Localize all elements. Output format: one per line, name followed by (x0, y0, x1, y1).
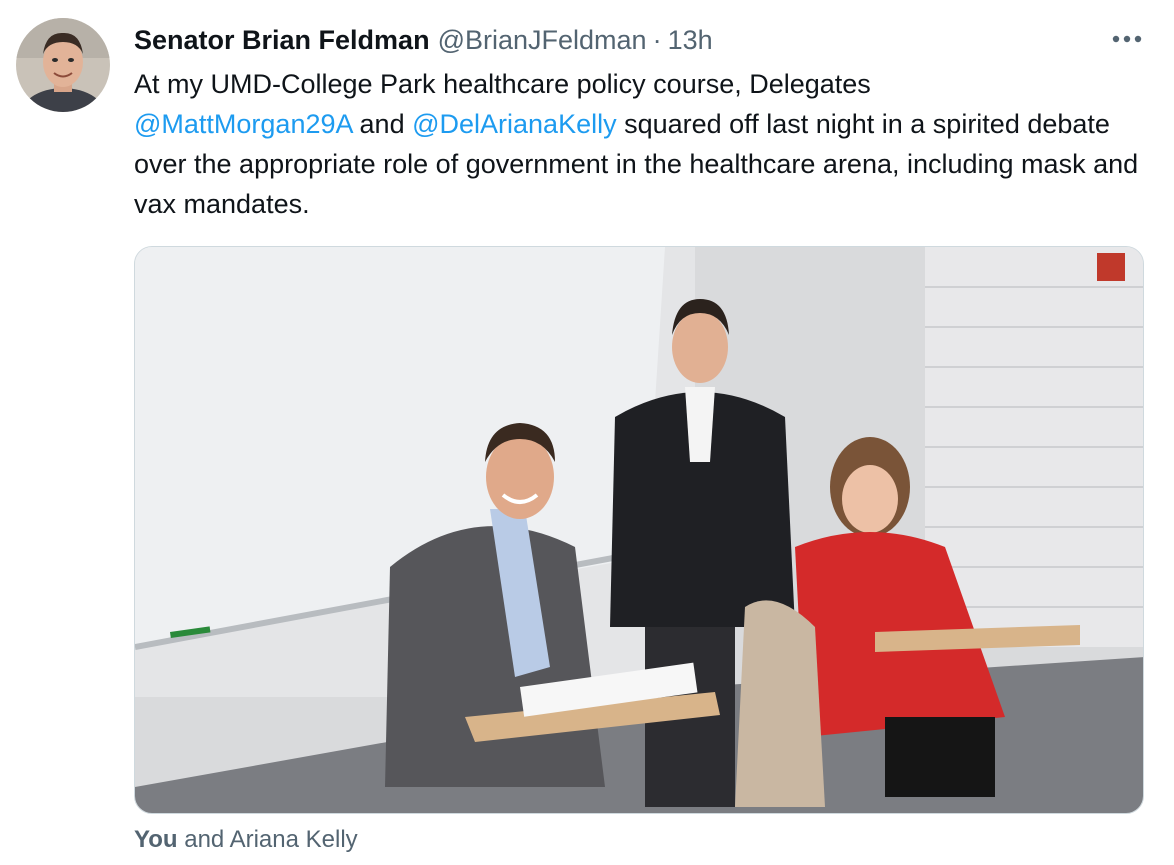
author-handle[interactable]: @BrianJFeldman (438, 25, 647, 56)
tweet-text-part2: and (352, 109, 413, 139)
more-options-button[interactable] (1104, 22, 1150, 56)
mention-mattmorgan[interactable]: @MattMorgan29A (134, 109, 352, 139)
more-options-icon (1112, 35, 1142, 43)
avatar[interactable] (16, 18, 110, 112)
tweet-photo[interactable] (134, 246, 1144, 814)
tweet-text-part1: At my UMD-College Park healthcare policy… (134, 69, 871, 99)
avatar-image (16, 18, 110, 112)
tagged-people[interactable]: You and Ariana Kelly (134, 826, 358, 854)
photo-image (135, 247, 1143, 813)
tweet-header: Senator Brian Feldman @BrianJFeldman · 1… (134, 24, 713, 56)
tweet-text: At my UMD-College Park healthcare policy… (134, 64, 1144, 224)
timestamp[interactable]: 13h (668, 25, 713, 56)
author-name[interactable]: Senator Brian Feldman (134, 25, 430, 56)
separator-dot: · (652, 24, 662, 55)
mention-delarianakelly[interactable]: @DelArianaKelly (412, 109, 617, 139)
tagged-you: You (134, 826, 178, 853)
tagged-others: and Ariana Kelly (177, 826, 358, 853)
